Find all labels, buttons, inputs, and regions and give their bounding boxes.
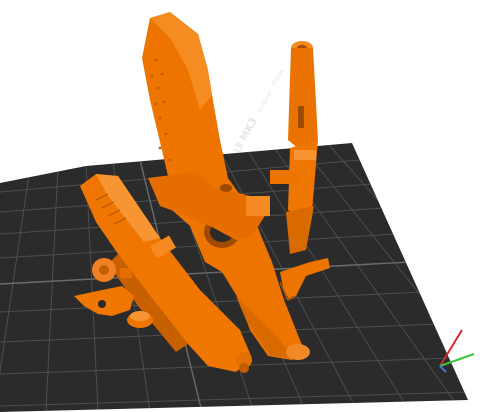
3d-viewport[interactable]: i3 MK3 Original Prusa bbox=[0, 0, 480, 412]
print-bed-scene bbox=[0, 12, 475, 412]
